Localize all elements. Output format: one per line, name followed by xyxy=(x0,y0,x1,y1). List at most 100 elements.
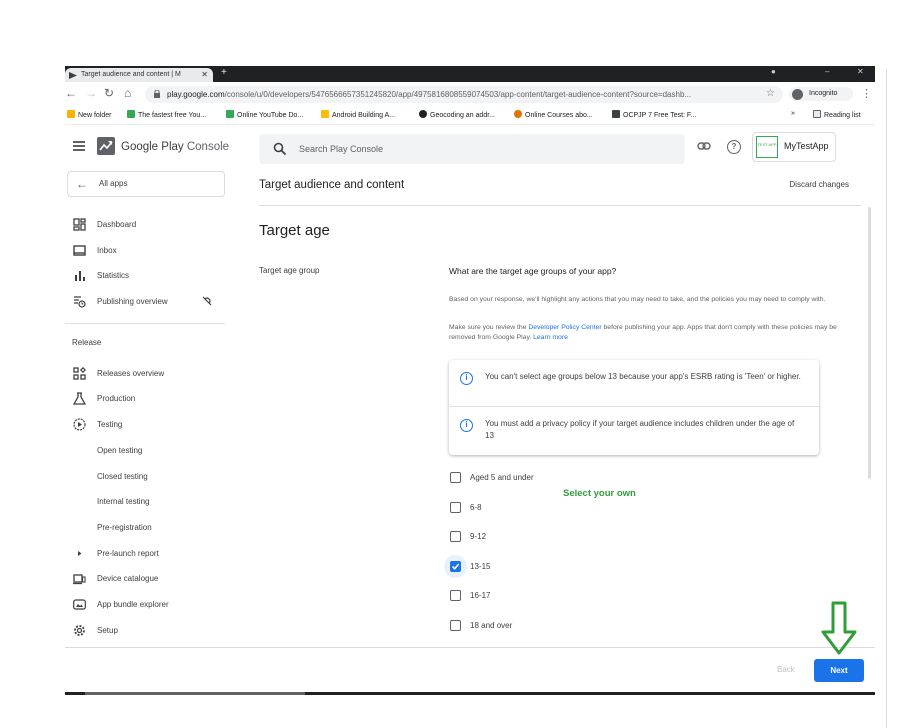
description-text: Based on your response, we'll highlight … xyxy=(449,296,826,303)
bookmark-item[interactable]: New folder xyxy=(67,110,111,119)
reload-icon[interactable]: ↻ xyxy=(104,87,114,99)
target-age-question: What are the target age groups of your a… xyxy=(449,266,617,276)
policy-description: Make sure you review the Developer Polic… xyxy=(449,324,837,341)
browser-menu-icon[interactable]: ⋮ xyxy=(861,87,872,100)
window-close-icon[interactable]: ✕ xyxy=(857,67,864,76)
reading-list[interactable]: Reading list xyxy=(813,110,861,119)
statistics-icon xyxy=(75,271,85,281)
publishing-overview-icon xyxy=(74,296,86,308)
arrow-back-icon: ← xyxy=(76,177,88,191)
sidebar-item-publishing-overview[interactable]: Publishing overview xyxy=(65,292,235,312)
sidebar-item-device-catalogue[interactable]: Device catalogue xyxy=(65,569,235,589)
incognito-icon xyxy=(792,89,803,100)
sidebar-item-closed-testing[interactable]: Closed testing xyxy=(65,467,235,487)
play-console-favicon-icon xyxy=(69,72,77,79)
learn-more-link[interactable]: Learn more xyxy=(533,334,568,341)
address-bar[interactable]: play.google.com/console/u/0/developers/5… xyxy=(145,86,783,103)
age-checkbox-5-and-under[interactable]: Aged 5 and under xyxy=(449,472,629,486)
bookmark-star-icon[interactable]: ☆ xyxy=(766,88,775,99)
new-tab-icon[interactable]: + xyxy=(221,67,227,78)
menu-icon[interactable] xyxy=(73,141,85,151)
section-title: Target age xyxy=(259,222,330,239)
age-checkbox-18-and-over[interactable]: 18 and over xyxy=(449,620,629,634)
help-icon[interactable]: ? xyxy=(727,140,741,154)
url-domain: play.google.com xyxy=(167,90,225,99)
sidebar-item-pre-launch-report[interactable]: Pre-launch report xyxy=(65,544,235,564)
testing-icon xyxy=(73,418,86,431)
play-console-page: Google Play Console Search Play Console … xyxy=(65,124,875,692)
console-brand[interactable]: Google Play Console xyxy=(121,141,229,153)
bookmark-favicon-icon xyxy=(226,110,234,118)
close-tab-icon[interactable]: ✕ xyxy=(201,70,208,79)
info-icon: i xyxy=(460,372,473,385)
app-icon: TEST APP xyxy=(756,136,778,158)
lock-icon xyxy=(154,90,160,98)
age-checkbox-6-8[interactable]: 6-8 xyxy=(449,502,629,516)
browser-tab-strip: Target audience and content | M ✕ + ● – … xyxy=(65,66,875,82)
bookmark-item[interactable]: Geocoding an addr... xyxy=(419,110,495,119)
search-placeholder: Search Play Console xyxy=(299,144,384,154)
release-section-heading: Release xyxy=(72,338,102,347)
bookmark-favicon-icon xyxy=(514,110,522,118)
checkmark-icon xyxy=(451,563,460,570)
sidebar-item-setup[interactable]: Setup xyxy=(65,621,235,641)
bookmark-favicon-icon xyxy=(127,110,135,118)
window-edge xyxy=(886,70,887,728)
next-button[interactable]: Next xyxy=(814,659,864,682)
discard-changes-button[interactable]: Discard changes xyxy=(789,180,849,189)
checkbox[interactable] xyxy=(450,531,461,542)
age-checkbox-13-15[interactable]: 13-15 xyxy=(444,555,629,578)
reading-list-icon xyxy=(813,110,821,118)
setup-gear-icon xyxy=(74,625,85,636)
incognito-badge[interactable]: Incognito xyxy=(789,87,853,101)
search-console-input[interactable]: Search Play Console xyxy=(259,134,685,164)
sidebar-item-releases-overview[interactable]: Releases overview xyxy=(65,364,235,384)
sidebar-item-statistics[interactable]: Statistics xyxy=(65,266,235,286)
tab-title: Target audience and content | M xyxy=(81,71,181,78)
select-your-own-annotation: Select your own xyxy=(563,488,636,499)
expand-arrow-icon xyxy=(78,551,82,556)
sidebar: ← All apps Dashboard Inbox Statistics Pu… xyxy=(65,171,235,692)
checkbox[interactable] xyxy=(450,502,461,513)
tab-search-icon[interactable]: ● xyxy=(771,67,776,76)
age-checkbox-9-12[interactable]: 9-12 xyxy=(449,531,629,545)
info-icon: i xyxy=(460,419,473,432)
bookmarks-overflow[interactable]: » xyxy=(791,110,795,117)
checkbox[interactable] xyxy=(450,472,461,483)
back-button[interactable]: Back xyxy=(777,665,795,674)
page-title: Target audience and content xyxy=(259,179,405,191)
sidebar-item-open-testing[interactable]: Open testing xyxy=(65,441,235,461)
browser-tab[interactable]: Target audience and content | M ✕ xyxy=(65,68,213,82)
search-icon xyxy=(273,142,287,156)
checkbox-checked[interactable] xyxy=(450,561,461,572)
bookmark-item[interactable]: Online YouTube Do... xyxy=(226,110,303,119)
minimize-icon[interactable]: – xyxy=(825,67,829,76)
all-apps-button[interactable]: ← All apps xyxy=(67,171,225,197)
sidebar-item-app-bundle-explorer[interactable]: App bundle explorer xyxy=(65,595,235,615)
checkbox[interactable] xyxy=(450,590,461,601)
content-scrollbar[interactable] xyxy=(868,207,871,479)
green-down-arrow-icon xyxy=(821,601,857,655)
releases-overview-icon xyxy=(73,367,86,380)
bookmark-item[interactable]: Android Building A... xyxy=(321,110,395,119)
app-selector[interactable]: TEST APP MyTestApp xyxy=(752,132,836,162)
managed-publishing-off-icon xyxy=(202,296,212,306)
sidebar-item-testing[interactable]: Testing xyxy=(65,415,235,435)
sidebar-item-production[interactable]: Production xyxy=(65,389,235,409)
bookmark-item[interactable]: Online Courses abo... xyxy=(514,110,593,119)
sidebar-item-dashboard[interactable]: Dashboard xyxy=(65,215,235,235)
sidebar-item-internal-testing[interactable]: Internal testing xyxy=(65,492,235,512)
bookmark-item[interactable]: The fastest free You... xyxy=(127,110,206,119)
forward-icon[interactable]: → xyxy=(85,87,97,99)
back-icon[interactable]: ← xyxy=(65,87,77,99)
home-icon[interactable]: ⌂ xyxy=(124,87,131,99)
bookmark-item[interactable]: OCPJP 7 Free Test: F... xyxy=(612,110,696,119)
device-catalogue-icon xyxy=(73,574,86,585)
sidebar-item-inbox[interactable]: Inbox xyxy=(65,241,235,261)
age-checkbox-16-17[interactable]: 16-17 xyxy=(449,590,629,604)
checkbox[interactable] xyxy=(450,620,461,631)
sidebar-item-pre-registration[interactable]: Pre-registration xyxy=(65,518,235,538)
developer-policy-center-link[interactable]: Developer Policy Center xyxy=(528,324,601,331)
link-icon[interactable] xyxy=(697,141,711,151)
bookmark-favicon-icon xyxy=(321,110,329,118)
